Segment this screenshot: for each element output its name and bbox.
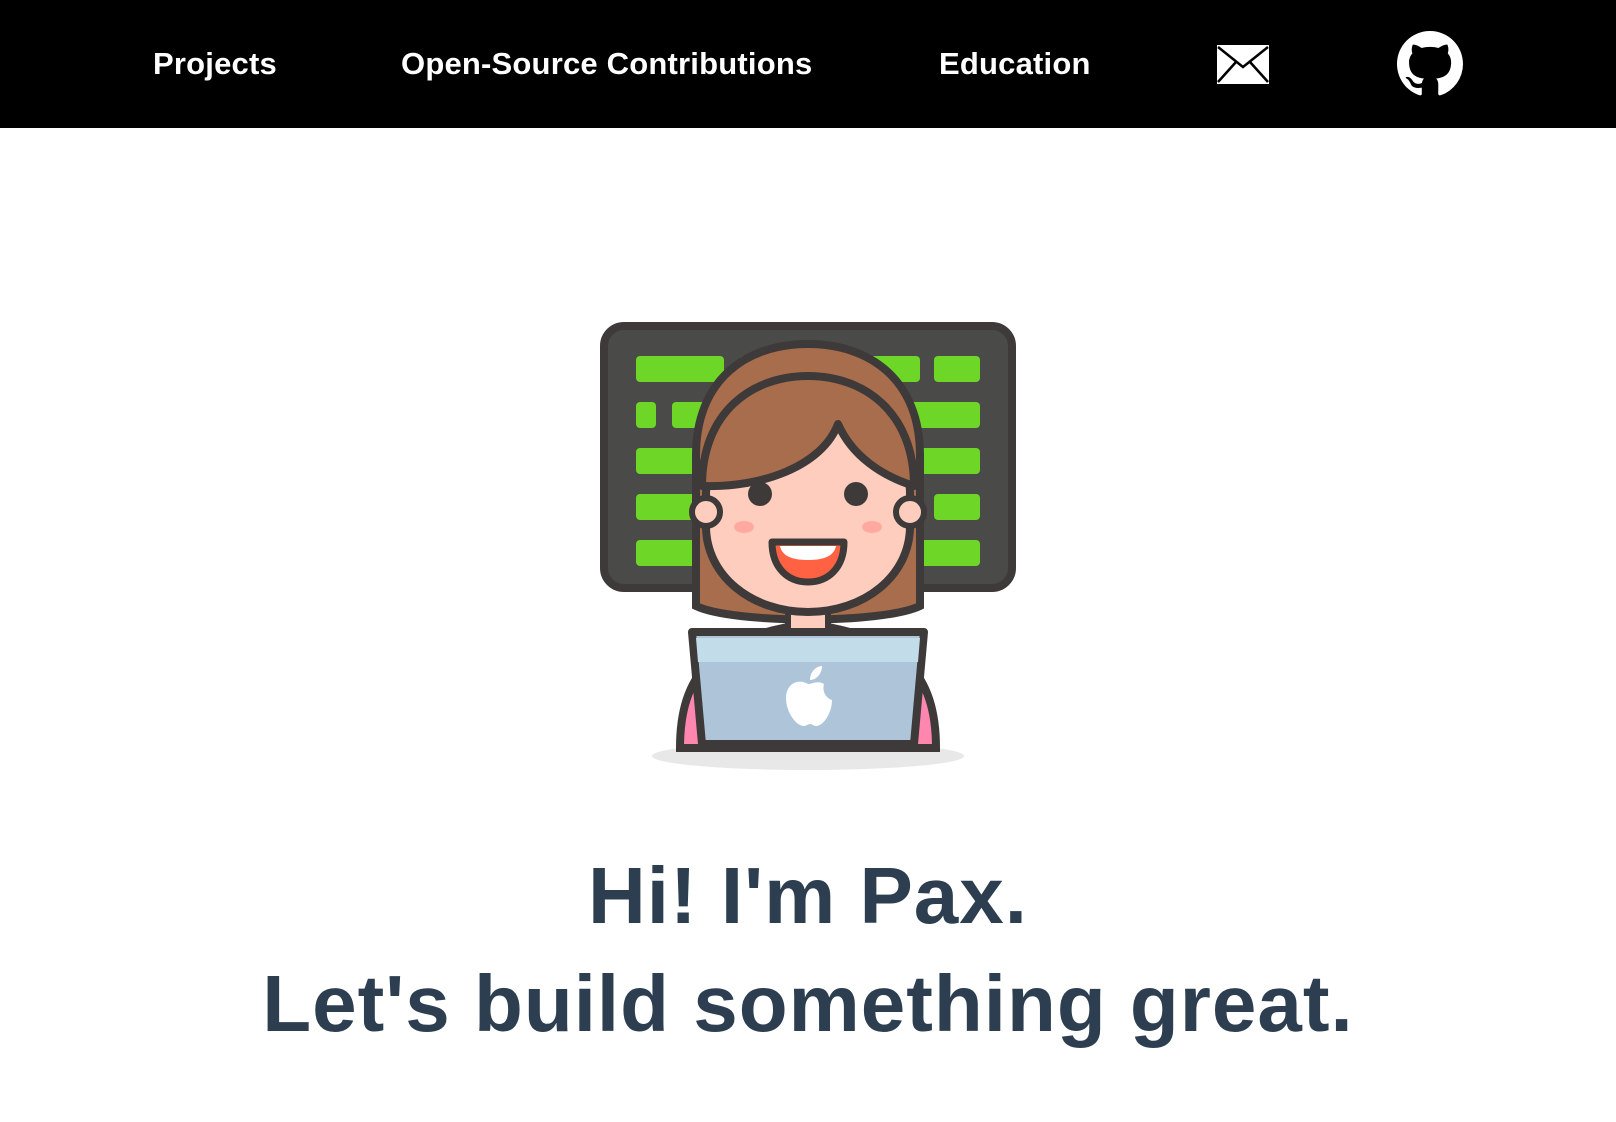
hero-tagline: Let's build something great.: [262, 959, 1354, 1048]
woman-coding-illustration: [592, 316, 1024, 776]
mail-icon[interactable]: [1216, 44, 1270, 85]
top-navbar: Projects Open-Source Contributions Educa…: [0, 0, 1616, 128]
hero-greeting: Hi! I'm Pax.: [587, 851, 1029, 940]
nav-link-open-source-contributions[interactable]: Open-Source Contributions: [401, 0, 812, 128]
nav-link-projects[interactable]: Projects: [153, 0, 277, 128]
github-icon[interactable]: [1397, 31, 1463, 97]
nav-link-education[interactable]: Education: [939, 0, 1091, 128]
